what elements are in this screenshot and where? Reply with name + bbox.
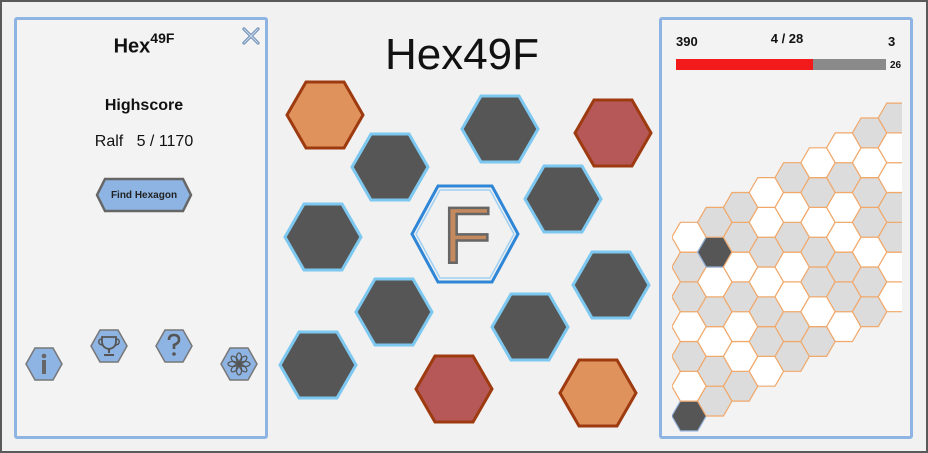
help-button[interactable] xyxy=(155,328,193,364)
menu-title: Hex49F xyxy=(113,30,175,58)
close-icon[interactable] xyxy=(241,26,261,46)
highscore-heading: Highscore xyxy=(104,97,184,114)
find-hexagon-label: Find Hexagon xyxy=(110,189,178,201)
hex-tile[interactable] xyxy=(414,354,494,424)
timer-bar-fill xyxy=(676,59,813,70)
hex-board: F xyxy=(278,80,653,428)
hex-tile[interactable] xyxy=(354,277,434,347)
highscore-name: Ralf xyxy=(94,133,124,150)
target-hexagon: F xyxy=(410,184,520,284)
hex-tile[interactable] xyxy=(571,250,651,320)
info-button[interactable] xyxy=(25,346,63,382)
highscore-entry: Ralf 5 / 1170 xyxy=(31,133,257,151)
hex-tile[interactable] xyxy=(285,80,365,150)
progress-panel: 390 4 / 28 3 26 xyxy=(659,17,913,439)
timer-bar xyxy=(676,59,886,70)
hex-tile[interactable] xyxy=(350,132,430,202)
hex-tile[interactable] xyxy=(573,98,653,168)
help-icon xyxy=(155,329,193,363)
hex-tile[interactable] xyxy=(523,164,603,234)
progress-counter: 4 / 28 xyxy=(770,31,804,46)
hex-tile[interactable] xyxy=(558,358,638,428)
hex-tile[interactable] xyxy=(490,292,570,362)
menu-panel: Hex49F Highscore Ralf 5 / 1170 Find Hexa… xyxy=(14,17,268,439)
trophy-icon xyxy=(90,329,128,363)
hex-tile[interactable] xyxy=(283,202,363,272)
hex-tile[interactable] xyxy=(460,94,540,164)
target-letter: F xyxy=(443,191,492,280)
trophy-button[interactable] xyxy=(90,328,128,364)
highscore-value: 5 / 1170 xyxy=(136,133,194,150)
hex-tile[interactable] xyxy=(278,330,358,400)
score-value: 390 xyxy=(676,34,698,49)
game-window: Hex49F Highscore Ralf 5 / 1170 Find Hexa… xyxy=(0,0,928,453)
lives-value: 3 xyxy=(888,34,896,49)
timer-bar-label: 26 xyxy=(890,60,902,71)
find-hexagon-button[interactable]: Find Hexagon xyxy=(95,177,193,213)
settings-button[interactable] xyxy=(220,346,258,382)
info-icon xyxy=(25,347,63,381)
hex-grid-map xyxy=(672,102,902,432)
settings-flower-icon xyxy=(220,347,258,381)
